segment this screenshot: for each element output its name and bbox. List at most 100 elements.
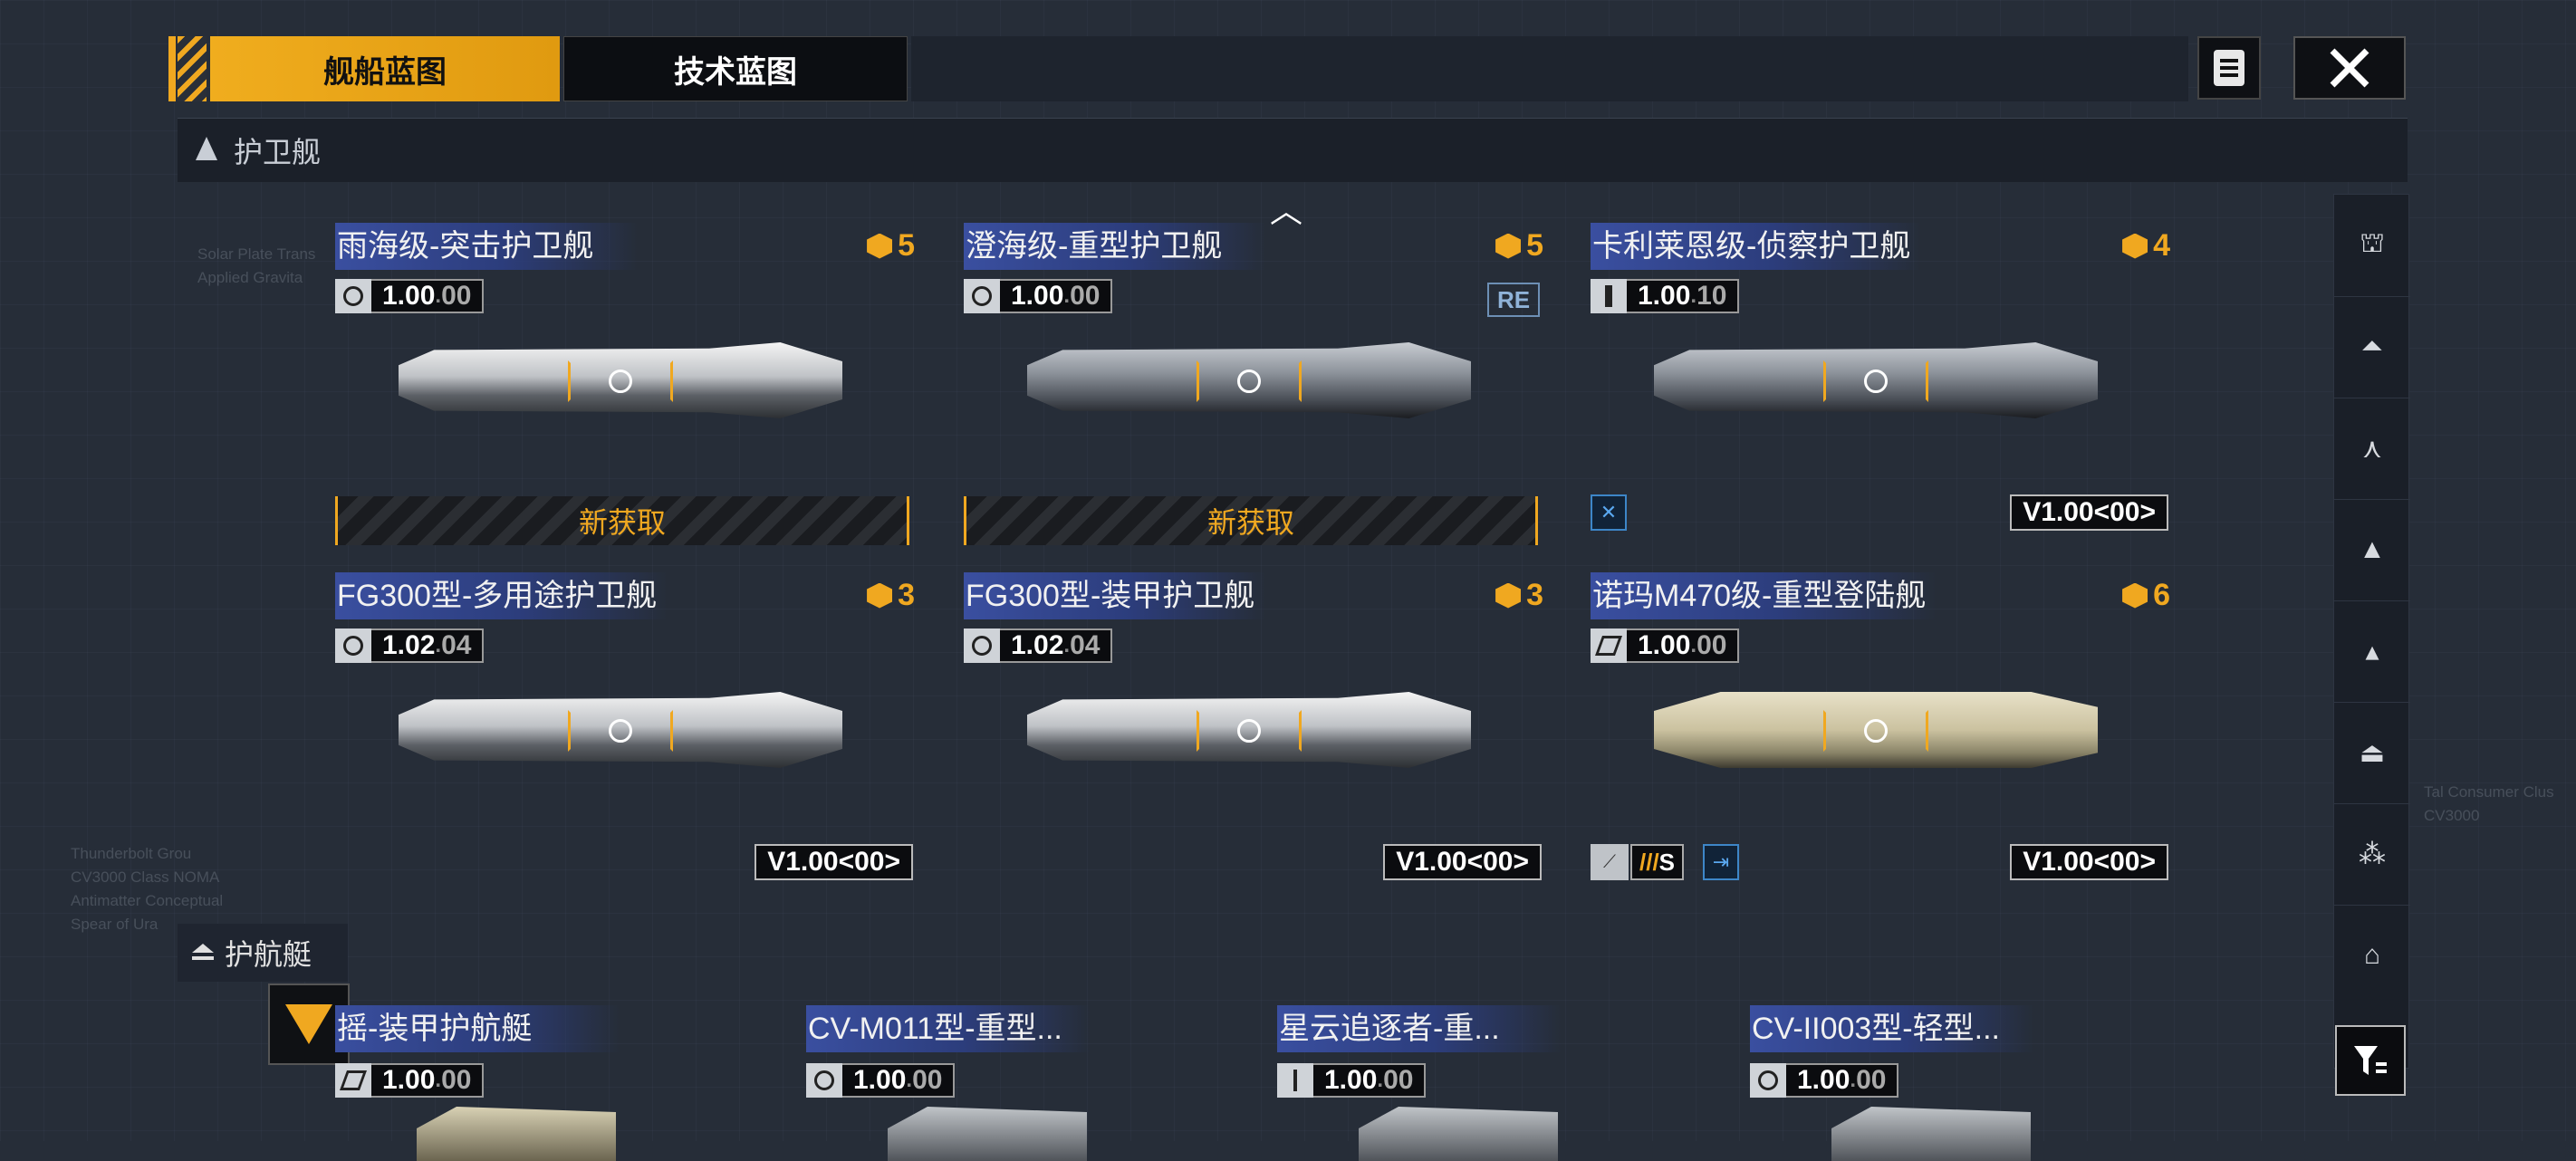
ship-card[interactable]: CV-M011型-重型... 1.00. 00: [806, 1005, 1132, 1161]
nav-carrier[interactable]: ⏏: [2334, 702, 2410, 804]
ship-name: 澄海级-重型护卫舰: [964, 223, 1266, 270]
nav-auxiliary[interactable]: ⌂: [2334, 905, 2410, 1006]
nav-battleship[interactable]: ⛫: [2334, 195, 2410, 297]
frigate-icon: [196, 137, 217, 160]
ship-version: 1.00. 00: [1750, 1063, 1899, 1098]
ship-version: 1.00. 00: [806, 1063, 956, 1098]
ship-version: 1.00. 00: [1277, 1063, 1427, 1098]
close-button[interactable]: [2293, 36, 2406, 100]
ship-image: [399, 322, 842, 440]
auxiliary-icon: ⌂: [2363, 940, 2381, 970]
blueprint-watermark-text: Solar Plate Trans Applied Gravita: [197, 245, 316, 286]
ship-card[interactable]: 雨海级-突击护卫舰 5 1.00. 00 新获取: [335, 223, 915, 549]
section-header-frigate: 护卫舰: [178, 118, 2408, 182]
filter-button[interactable]: [2335, 1025, 2406, 1096]
cost-icon: [1495, 582, 1522, 609]
tab-bar-filler: [911, 36, 2188, 101]
globe-icon: [806, 1063, 842, 1098]
filter-icon: [2354, 1046, 2387, 1075]
ship-card[interactable]: 星云追逐者-重... 1.00. 00: [1277, 1005, 1603, 1161]
nav-destroyer[interactable]: ⋏: [2334, 398, 2410, 500]
cost-icon: [867, 582, 893, 609]
battleship-icon: ⛫: [2360, 228, 2385, 258]
blueprint-watermark-text: Thunderbolt Grou CV3000 Class NOMA Antimat…: [71, 845, 224, 933]
ship-card[interactable]: 澄海级-重型护卫舰 5 1.00. 00 RE 新获取: [964, 223, 1543, 549]
helmet-icon: [335, 279, 371, 313]
ship-cost: 6: [2122, 578, 2170, 613]
ship-card[interactable]: FG300型-装甲护卫舰 3 1.02. 04 V1.00<00>: [964, 572, 1543, 898]
cost-icon: [1495, 233, 1522, 259]
ship-image: [399, 672, 842, 790]
frigate-icon: ▲: [2359, 534, 2386, 564]
ship-name: 卡利莱恩级-侦察护卫舰: [1591, 223, 1922, 270]
carrier-icon: ⏏: [2359, 737, 2386, 768]
nomad-icon: [1591, 628, 1627, 663]
ship-image: [1027, 672, 1471, 790]
section-title: 护航艇: [225, 938, 312, 971]
globe-icon: [1750, 1063, 1786, 1098]
nav-fighter[interactable]: ⁂: [2334, 803, 2410, 906]
ship-image: [417, 1107, 616, 1161]
ship-cost: 5: [867, 228, 915, 264]
ship-card[interactable]: CV-II003型-轻型... 1.00. 00: [1750, 1005, 2076, 1161]
globe-icon: [335, 628, 371, 663]
ship-name: CV-M011型-重型...: [806, 1005, 1091, 1052]
ship-card[interactable]: 诺玛M470级-重型登陆舰 6 1.00. 00 ⟋ ///S ⇥ V1.00<0…: [1591, 572, 2170, 898]
ship-version: 1.00. 00: [335, 279, 485, 313]
model-version: V1.00<00>: [755, 844, 913, 880]
model-version: V1.00<00>: [2010, 494, 2168, 531]
close-icon: [2330, 48, 2369, 88]
link-tag-icon: ⇥: [1703, 844, 1739, 880]
ship-cost: 3: [1495, 578, 1543, 613]
cost-icon: [867, 233, 893, 259]
document-icon: [2214, 50, 2244, 86]
model-version: V1.00<00>: [2010, 844, 2168, 880]
ship-version: 1.02. 04: [335, 628, 485, 663]
helmet-icon: [964, 279, 1000, 313]
ship-image: [1359, 1107, 1558, 1161]
ship-image: [1831, 1107, 2031, 1161]
ship-name: 诺玛M470级-重型登陆舰: [1591, 572, 1937, 619]
tab-ship-blueprint[interactable]: 舰船蓝图: [210, 36, 560, 101]
ship-card[interactable]: 摇-装甲护航艇 1.00. 00: [335, 1005, 661, 1161]
feature-tag-icon: ✕: [1591, 494, 1627, 531]
ship-name: 雨海级-突击护卫舰: [335, 223, 638, 270]
section-title: 护卫舰: [234, 136, 322, 168]
nav-corvette[interactable]: ▴: [2334, 600, 2410, 703]
model-version: V1.00<00>: [1383, 844, 1542, 880]
new-acquired-banner: 新获取: [964, 496, 1538, 545]
ship-cost: 3: [867, 578, 915, 613]
ship-card[interactable]: FG300型-多用途护卫舰 3 1.02. 04 V1.00<00>: [335, 572, 915, 898]
ship-name: FG300型-装甲护卫舰: [964, 572, 1266, 619]
ship-name: FG300型-多用途护卫舰: [335, 572, 668, 619]
nav-frigate[interactable]: ▲: [2334, 499, 2410, 601]
nav-cruiser[interactable]: ⏶: [2334, 296, 2410, 398]
section-header-corvette: 护航艇: [178, 924, 348, 982]
cost-icon: [2122, 233, 2148, 259]
ship-image: [888, 1107, 1087, 1161]
fighter-icon: ⁂: [2359, 839, 2386, 869]
ship-version: 1.00. 00: [964, 279, 1113, 313]
document-button[interactable]: [2197, 36, 2261, 100]
cost-icon: [2122, 582, 2148, 609]
corvette-icon: [192, 944, 214, 960]
ship-image: [1654, 672, 2098, 790]
ship-version: 1.00. 10: [1591, 279, 1740, 313]
ship-cost: 5: [1495, 228, 1543, 264]
nomad-icon: [335, 1063, 371, 1098]
ship-card[interactable]: 卡利莱恩级-侦察护卫舰 4 1.00. 10 ✕ V1.00<00>: [1591, 223, 2170, 549]
corvette-icon: ▴: [2365, 636, 2379, 667]
ship-name: 摇-装甲护航艇: [335, 1005, 620, 1052]
ship-version: 1.02. 04: [964, 628, 1113, 663]
tab-tech-blueprint[interactable]: 技术蓝图: [563, 36, 908, 101]
ship-name: CV-II003型-轻型...: [1750, 1005, 2034, 1052]
ship-version: 1.00. 00: [1591, 628, 1740, 663]
destroyer-icon: ⋏: [2362, 433, 2382, 464]
cruiser-icon: ⏶: [2361, 331, 2383, 361]
ship-image: [1027, 322, 1471, 440]
ship-class-nav: ⛫ ⏶ ⋏ ▲ ▴ ⏏ ⁂ ⌂: [2333, 194, 2410, 1069]
tab-stripe-decoration: [178, 36, 207, 101]
globe-icon: [964, 628, 1000, 663]
ship-version: 1.00. 00: [335, 1063, 485, 1098]
ship-name: 星云追逐者-重...: [1277, 1005, 1562, 1052]
